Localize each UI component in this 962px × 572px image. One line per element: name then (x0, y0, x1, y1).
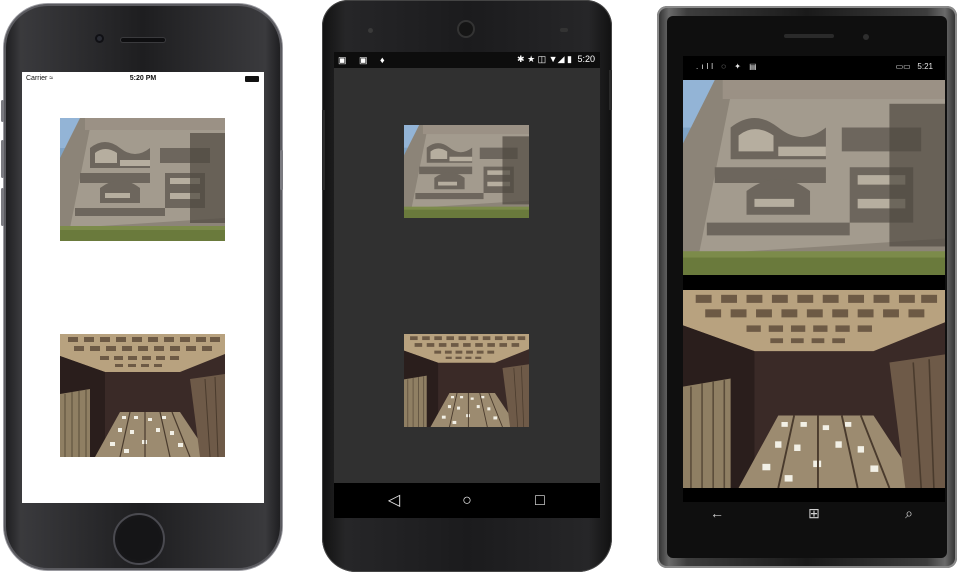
android-sensor (368, 28, 373, 33)
waffle-ceiling-photo (404, 334, 529, 427)
android-clock: 5:20 (577, 54, 595, 64)
android-nav-bar: ◁ ○ □ (334, 483, 600, 518)
back-icon[interactable]: ◁ (384, 491, 404, 511)
ios-clock: 5:20 PM (129, 75, 157, 82)
search-icon[interactable]: ⌕ (899, 505, 919, 522)
waffle-ceiling-photo (683, 290, 945, 488)
battery-icon: ▭▭ (895, 62, 911, 71)
iphone-power-button (280, 150, 283, 190)
iphone-volume-down (1, 188, 4, 226)
stone-carving-photo (404, 125, 529, 218)
wp-status-right: ▭▭ 5:21 (896, 62, 933, 71)
windows-start-icon[interactable]: ⊞ (804, 505, 824, 522)
android-volume-rocker (322, 110, 325, 190)
android-notification-led (560, 28, 568, 32)
recents-icon[interactable]: □ (530, 491, 550, 511)
notification-icons: ▣ ▣ ♦ (338, 55, 390, 65)
iphone-volume-up (1, 140, 4, 178)
system-status-icons: ✱ ★ ◫ ▼◢ ▮ (517, 54, 572, 64)
iphone-front-camera (95, 34, 104, 43)
android-power-button (609, 70, 612, 110)
battery-icon (245, 76, 259, 82)
android-status-right: ✱ ★ ◫ ▼◢ ▮ 5:20 (517, 54, 595, 65)
iphone-screen: Carrier ≈ 5:20 PM (22, 72, 264, 503)
iphone-speaker (121, 38, 165, 42)
signal-icons: .ıll ◌ ✦ ▤ (696, 62, 760, 71)
waffle-ceiling-photo (60, 334, 225, 457)
wp-screen: .ıll ◌ ✦ ▤ ▭▭ 5:21 (683, 56, 945, 502)
wp-front-camera (863, 34, 869, 40)
wp-clock: 5:21 (917, 62, 933, 71)
back-icon[interactable]: ← (707, 505, 727, 521)
iphone-home-button[interactable] (113, 513, 165, 565)
android-screen: ▣ ▣ ♦ ✱ ★ ◫ ▼◢ ▮ 5:20 ◁ ○ □ (334, 52, 600, 518)
stone-carving-photo (60, 118, 225, 241)
stone-carving-photo (683, 80, 945, 275)
wp-status-bar: .ıll ◌ ✦ ▤ ▭▭ 5:21 (683, 56, 945, 80)
home-icon[interactable]: ○ (457, 491, 477, 511)
ios-status-bar: Carrier ≈ 5:20 PM (22, 72, 264, 86)
android-front-camera (459, 22, 473, 36)
android-status-bar: ▣ ▣ ♦ ✱ ★ ◫ ▼◢ ▮ 5:20 (334, 52, 600, 68)
wp-speaker (784, 34, 834, 38)
iphone-mute-switch (1, 100, 4, 122)
